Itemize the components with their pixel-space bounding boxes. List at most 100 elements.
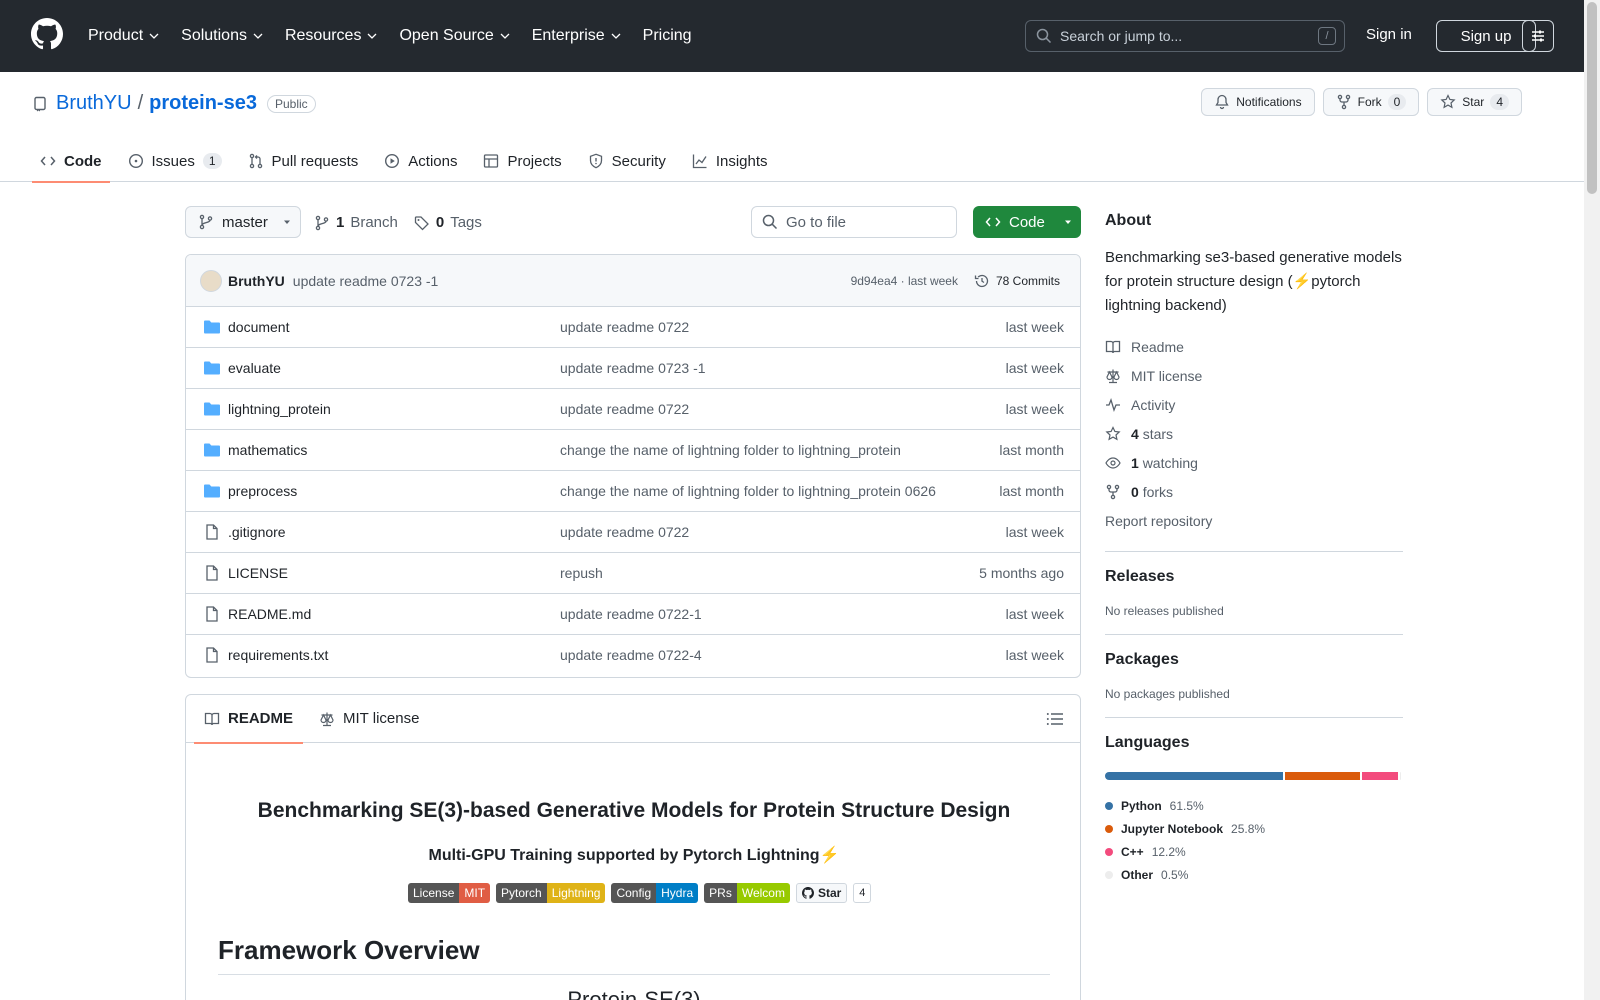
search-input[interactable]: Search or jump to... / [1025, 20, 1345, 52]
chevron-down-icon [149, 33, 159, 39]
tab-pull-requests[interactable]: Pull requests [240, 140, 367, 182]
language-item[interactable]: Python 61.5% [1105, 794, 1285, 817]
file-commit-link[interactable]: update readme 0723 -1 [560, 360, 706, 376]
table-row[interactable]: evaluate update readme 0723 -1 last week [186, 348, 1080, 389]
pytorch-badge[interactable]: Pytorch Lightning [496, 883, 606, 903]
avatar[interactable] [200, 269, 222, 292]
tab-projects[interactable]: Projects [475, 140, 569, 182]
tab-readme-label: README [228, 710, 294, 727]
table-row[interactable]: LICENSE repush 5 months ago [186, 553, 1080, 594]
file-name-link[interactable]: requirements.txt [228, 647, 328, 663]
list-unordered-icon[interactable] [1046, 711, 1064, 727]
star-count: 4 [1490, 94, 1509, 110]
nav-open-source-label: Open Source [399, 27, 494, 44]
folder-icon [203, 360, 221, 376]
badge-label: Pytorch [496, 883, 547, 903]
table-row[interactable]: mathematics change the name of lightning … [186, 430, 1080, 471]
history-icon [974, 274, 989, 287]
file-name-link[interactable]: LICENSE [228, 565, 288, 581]
watching-link[interactable]: 1 watching [1105, 448, 1403, 477]
star-icon [1440, 94, 1456, 109]
license-badge[interactable]: License MIT [408, 883, 491, 903]
file-name-link[interactable]: .gitignore [228, 524, 286, 540]
activity-link[interactable]: Activity [1105, 390, 1403, 419]
sign-up-button[interactable]: Sign up [1436, 20, 1536, 52]
readme-title: Benchmarking SE(3)-based Generative Mode… [257, 799, 1011, 822]
table-row[interactable]: .gitignore update readme 0722 last week [186, 512, 1080, 553]
file-commit-link[interactable]: update readme 0722 [560, 401, 689, 417]
code-dropdown-button[interactable]: Code [973, 206, 1081, 238]
fork-button[interactable]: Fork 0 [1322, 88, 1420, 116]
tab-actions[interactable]: Actions [376, 140, 465, 182]
tab-readme[interactable]: README [194, 695, 304, 744]
file-commit-link[interactable]: update readme 0722-1 [560, 606, 702, 622]
language-list: Python 61.5% Jupyter Notebook 25.8% C++ 12.2%… [1105, 794, 1403, 886]
tab-issues[interactable]: Issues 1 [120, 140, 230, 182]
tab-insights[interactable]: Insights [684, 140, 776, 182]
releases-heading[interactable]: Releases [1105, 568, 1403, 586]
table-row[interactable]: document update readme 0722 last week [186, 307, 1080, 348]
file-name-link[interactable]: evaluate [228, 360, 281, 376]
report-repository-link[interactable]: Report repository [1105, 506, 1403, 535]
nav-solutions[interactable]: Solutions [181, 27, 263, 45]
file-commit-link[interactable]: repush [560, 565, 603, 581]
forks-link[interactable]: 0 forks [1105, 477, 1403, 506]
nav-open-source[interactable]: Open Source [399, 27, 510, 45]
chevron-down-icon [611, 33, 621, 39]
config-badge[interactable]: Config Hydra [611, 883, 699, 903]
nav-enterprise[interactable]: Enterprise [532, 27, 621, 45]
git-branch-icon [199, 214, 213, 230]
readme-link[interactable]: Readme [1105, 332, 1403, 361]
table-row[interactable]: requirements.txt update readme 0722-4 last… [186, 635, 1080, 676]
file-name-link[interactable]: document [228, 319, 289, 335]
sign-in-link[interactable]: Sign in [1366, 26, 1412, 43]
commit-author[interactable]: BruthYU [228, 273, 285, 289]
commit-message[interactable]: update readme 0723 -1 [293, 273, 439, 289]
language-item[interactable]: Jupyter Notebook 25.8% [1105, 817, 1285, 840]
nav-product[interactable]: Product [88, 27, 159, 45]
star-button[interactable]: Star 4 [1427, 88, 1522, 116]
file-name-link[interactable]: lightning_protein [228, 401, 331, 417]
file-name-link[interactable]: preprocess [228, 483, 297, 499]
prs-badge[interactable]: PRs Welcom [704, 883, 790, 903]
stars-link[interactable]: 4 stars [1105, 419, 1403, 448]
commit-sha-time[interactable]: 9d94ea4 · last week [851, 274, 958, 288]
branch-select-button[interactable]: master [185, 206, 301, 238]
language-item[interactable]: C++ 12.2% [1105, 840, 1225, 863]
file-commit-link[interactable]: change the name of lightning folder to l… [560, 442, 901, 458]
tab-license[interactable]: MIT license [309, 695, 429, 743]
file-name-link[interactable]: README.md [228, 606, 311, 622]
table-row[interactable]: preprocess change the name of lightning f… [186, 471, 1080, 512]
tab-security[interactable]: Security [580, 140, 674, 182]
github-logo-icon[interactable] [31, 18, 63, 50]
badge-value: MIT [459, 883, 491, 903]
table-row[interactable]: README.md update readme 0722-1 last week [186, 594, 1080, 635]
go-to-file-input[interactable]: Go to file [751, 206, 957, 238]
file-commit-link[interactable]: update readme 0722 [560, 524, 689, 540]
packages-heading[interactable]: Packages [1105, 651, 1403, 669]
shield-icon [589, 153, 602, 169]
activity-link-label: Activity [1131, 396, 1176, 413]
tags-link[interactable]: 0 Tags [414, 214, 482, 231]
file-name-link[interactable]: mathematics [228, 442, 307, 458]
nav-resources[interactable]: Resources [285, 27, 377, 45]
repo-sidebar: About Benchmarking se3-based generative … [1105, 212, 1403, 886]
tab-code[interactable]: Code [32, 140, 110, 183]
commits-link[interactable]: 78 Commits [974, 273, 1060, 289]
nav-pricing[interactable]: Pricing [643, 27, 692, 45]
license-link-label: MIT license [1131, 367, 1203, 384]
language-item[interactable]: Other 0.5% [1105, 863, 1285, 886]
file-commit-link[interactable]: update readme 0722-4 [560, 647, 702, 663]
menu-button[interactable] [1522, 20, 1554, 52]
license-link[interactable]: MIT license [1105, 361, 1403, 390]
repo-owner-link[interactable]: BruthYU [56, 92, 132, 115]
github-star-badge[interactable]: Star [795, 883, 848, 903]
branches-link[interactable]: 1 Branch [314, 214, 398, 231]
file-commit-link[interactable]: update readme 0722 [560, 319, 689, 335]
page-scrollbar[interactable] [1584, 0, 1600, 1000]
file-commit-link[interactable]: change the name of lightning folder to l… [560, 483, 936, 499]
table-row[interactable]: lightning_protein update readme 0722 last … [186, 389, 1080, 430]
scrollbar-thumb[interactable] [1587, 2, 1597, 194]
notifications-button[interactable]: Notifications [1201, 88, 1315, 116]
repo-name-link[interactable]: protein-se3 [149, 92, 257, 115]
